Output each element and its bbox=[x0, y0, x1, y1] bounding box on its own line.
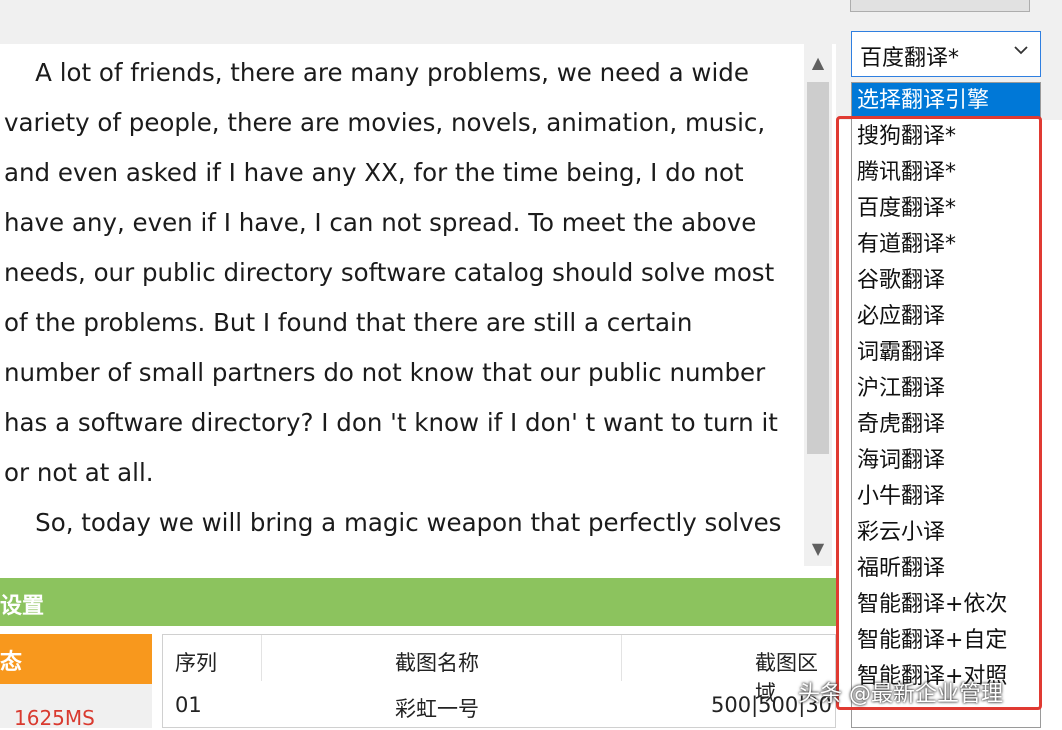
selected-engine: 百度翻译* bbox=[860, 46, 960, 71]
dropdown-option[interactable]: 彩云小译 bbox=[852, 515, 1040, 551]
dropdown-option[interactable]: 沪江翻译 bbox=[852, 371, 1040, 407]
screenshot-table: 序列 截图名称 截图区域 01 彩虹一号 500|500|30 bbox=[162, 634, 836, 728]
status-value: 1625MS bbox=[14, 706, 95, 730]
table-header-name: 截图名称 bbox=[395, 651, 479, 675]
status-panel: 态 1625MS bbox=[0, 634, 152, 730]
status-header-label: 态 bbox=[0, 650, 23, 675]
chevron-down-icon[interactable] bbox=[1012, 40, 1030, 64]
column-divider bbox=[261, 635, 262, 681]
editor-paragraph-1: A lot of friends, there are many problem… bbox=[4, 48, 804, 498]
editor-line: needs, our public directory software cat… bbox=[4, 258, 775, 287]
editor-line: of the problems. But I found that there … bbox=[4, 308, 693, 337]
column-divider bbox=[621, 635, 622, 681]
editor-line: has a software directory? I don 't know … bbox=[4, 408, 778, 437]
dropdown-option[interactable]: 必应翻译 bbox=[852, 299, 1040, 335]
dropdown-option[interactable]: 选择翻译引擎 bbox=[852, 83, 1040, 119]
top-toolbar-area bbox=[0, 0, 836, 44]
translate-engine-select[interactable]: 百度翻译* bbox=[851, 31, 1041, 77]
dropdown-option[interactable]: 小牛翻译 bbox=[852, 479, 1040, 515]
watermark: 头条 @最新企业管理 bbox=[798, 682, 1003, 707]
dropdown-option[interactable]: 腾讯翻译* bbox=[852, 155, 1040, 191]
status-header: 态 bbox=[0, 634, 152, 684]
editor-line: A lot of friends, there are many problem… bbox=[4, 58, 749, 87]
editor-line: have any, even if I have, I can not spre… bbox=[4, 208, 757, 237]
table-cell-index[interactable]: 01 bbox=[175, 693, 202, 717]
text-editor[interactable]: A lot of friends, there are many problem… bbox=[0, 44, 804, 566]
translate-engine-dropdown[interactable]: 选择翻译引擎 搜狗翻译* 腾讯翻译* 百度翻译* 有道翻译* 谷歌翻译 必应翻译 词霸翻译 沪江… bbox=[851, 82, 1041, 728]
dropdown-option[interactable]: 智能翻译+依次 bbox=[852, 587, 1040, 623]
scroll-up-icon[interactable]: ▲ bbox=[804, 44, 832, 80]
editor-line: or not at all. bbox=[4, 458, 154, 487]
top-right-button[interactable] bbox=[850, 0, 1030, 12]
dropdown-option[interactable]: 奇虎翻译 bbox=[852, 407, 1040, 443]
editor-line: variety of people, there are movies, nov… bbox=[4, 108, 766, 137]
dropdown-option[interactable]: 谷歌翻译 bbox=[852, 263, 1040, 299]
dropdown-option[interactable]: 海词翻译 bbox=[852, 443, 1040, 479]
settings-bar: 设置 bbox=[0, 578, 836, 626]
editor-scrollbar[interactable]: ▲ ▼ bbox=[804, 44, 832, 566]
editor-line: So, today we will bring a magic weapon t… bbox=[4, 508, 782, 537]
dropdown-option[interactable]: 福昕翻译 bbox=[852, 551, 1040, 587]
dropdown-option[interactable]: 智能翻译+自定 bbox=[852, 623, 1040, 659]
dropdown-option[interactable]: 百度翻译* bbox=[852, 191, 1040, 227]
settings-label: 设置 bbox=[0, 594, 45, 619]
scroll-down-icon[interactable]: ▼ bbox=[804, 530, 832, 566]
dropdown-option[interactable]: 有道翻译* bbox=[852, 227, 1040, 263]
editor-line: number of small partners do not know tha… bbox=[4, 358, 766, 387]
dropdown-option[interactable]: 搜狗翻译* bbox=[852, 119, 1040, 155]
dropdown-option[interactable]: 词霸翻译 bbox=[852, 335, 1040, 371]
table-header-index: 序列 bbox=[175, 651, 217, 675]
scrollbar-thumb[interactable] bbox=[807, 82, 829, 454]
table-cell-name[interactable]: 彩虹一号 bbox=[395, 693, 479, 723]
editor-line: and even asked if I have any XX, for the… bbox=[4, 158, 744, 187]
editor-paragraph-2: So, today we will bring a magic weapon t… bbox=[4, 498, 804, 548]
